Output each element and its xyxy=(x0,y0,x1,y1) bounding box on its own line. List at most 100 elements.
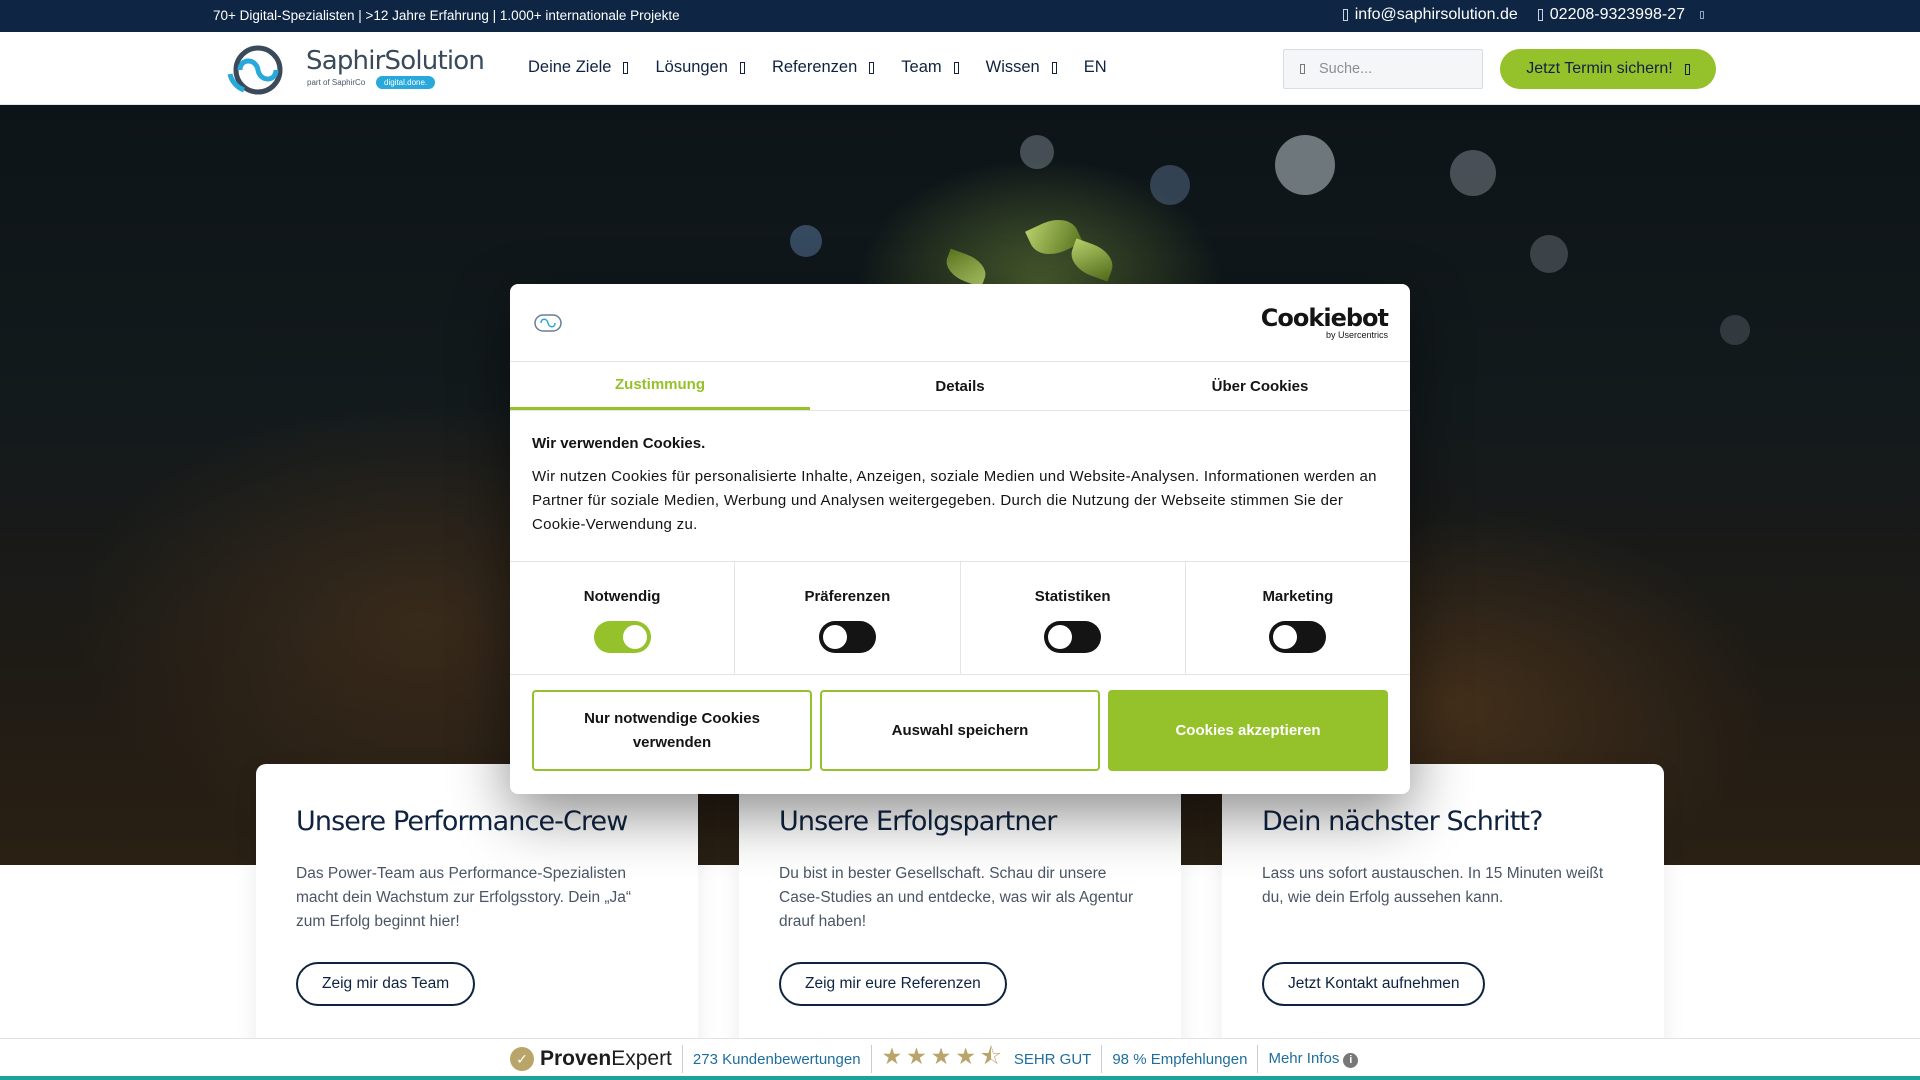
show-references-button[interactable]: Zeig mir eure Referenzen xyxy=(779,962,1007,1006)
card-text: Lass uns sofort austauschen. In 15 Minut… xyxy=(1262,865,1604,906)
nav-label: Deine Ziele xyxy=(528,58,612,76)
divider xyxy=(681,1045,683,1073)
save-selection-button[interactable]: Auswahl speichern xyxy=(820,690,1100,771)
toggle-marketing[interactable] xyxy=(1269,621,1327,653)
cookie-tabs: Zustimmung Details Über Cookies xyxy=(510,362,1410,411)
top-bar: 70+ Digital-Spezialisten | >12 Jahre Erf… xyxy=(0,0,1920,32)
cookie-buttons: Nur notwendige Cookies verwenden Auswahl… xyxy=(532,690,1388,771)
category-label: Notwendig xyxy=(583,588,661,605)
recommendations: 98 % Empfehlungen xyxy=(1112,1050,1248,1068)
main-nav: Deine Ziele Lösungen Referenzen Team Wis… xyxy=(528,58,1107,77)
rating-stars-icon: ★★★★⯪ xyxy=(881,1042,1006,1069)
bokeh-light xyxy=(1275,135,1335,195)
toggle-praeferenzen[interactable] xyxy=(818,621,876,653)
cookie-heading: Wir verwenden Cookies. xyxy=(532,435,706,452)
chevron-down-icon xyxy=(623,61,629,74)
toggle-knob xyxy=(622,625,647,649)
mail-icon xyxy=(1342,9,1348,21)
category-label: Präferenzen xyxy=(804,588,891,605)
chevron-down-icon xyxy=(739,61,745,74)
show-team-button[interactable]: Zeig mir das Team xyxy=(296,962,476,1006)
necessary-only-button[interactable]: Nur notwendige Cookies verwenden xyxy=(532,690,812,771)
nav-item-wissen[interactable]: Wissen xyxy=(986,58,1057,77)
cookie-consent-dialog: Cookiebot by Usercentrics Zustimmung Det… xyxy=(510,284,1410,794)
toggle-knob xyxy=(1273,625,1298,649)
phone-icon xyxy=(1537,9,1543,21)
nav-label: EN xyxy=(1083,58,1107,76)
bokeh-light xyxy=(1450,150,1496,196)
rating-label: SEHR GUT xyxy=(1013,1050,1092,1068)
nav-item-deine-ziele[interactable]: Deine Ziele xyxy=(528,58,629,77)
bokeh-light xyxy=(1530,235,1568,273)
chevron-down-icon xyxy=(1051,61,1057,74)
toggle-statistiken[interactable] xyxy=(1044,621,1102,653)
accept-all-button[interactable]: Cookies akzeptieren xyxy=(1108,690,1388,771)
phone-link[interactable]: 02208-9323998-27 xyxy=(1537,6,1704,24)
bokeh-light xyxy=(1720,315,1750,345)
bokeh-light xyxy=(1150,165,1190,205)
main-header: SaphirSolution part of SaphirCo digital.… xyxy=(0,32,1920,105)
more-info-link[interactable]: Mehr Infos i xyxy=(1268,1050,1359,1068)
check-badge-icon: ✓ xyxy=(510,1047,534,1071)
pe-brand-bold: Proven xyxy=(540,1047,612,1070)
cookiebot-brand[interactable]: Cookiebot by Usercentrics xyxy=(1261,304,1389,340)
email-text: info@saphirsolution.de xyxy=(1354,6,1518,23)
card-text: Das Power-Team aus Performance-Spezialis… xyxy=(296,865,632,930)
nav-label: Referenzen xyxy=(771,58,858,76)
more-info-label: Mehr Infos xyxy=(1268,1050,1340,1067)
chevron-down-icon xyxy=(869,61,875,74)
search-icon xyxy=(1300,64,1305,74)
social-icon[interactable] xyxy=(1700,11,1704,19)
proven-expert-content: ✓ ProvenExpert 273 Kundenbewertungen ★★★… xyxy=(510,1043,1359,1073)
toggle-knob xyxy=(822,625,847,649)
sprout-leaf xyxy=(941,248,991,288)
nav-item-language[interactable]: EN xyxy=(1084,58,1107,77)
logo-name: SaphirSolution xyxy=(306,46,485,76)
nav-label: Team xyxy=(901,58,942,76)
email-link[interactable]: info@saphirsolution.de xyxy=(1342,6,1518,24)
cookie-header: Cookiebot by Usercentrics xyxy=(510,284,1410,362)
info-icon: i xyxy=(1343,1053,1359,1068)
card-team: Unsere Performance-Crew Das Power-Team a… xyxy=(256,764,698,1064)
contact-button[interactable]: Jetzt Kontakt aufnehmen xyxy=(1262,962,1486,1006)
card-title: Unsere Performance-Crew xyxy=(296,806,628,837)
logo-part: part of SaphirCo xyxy=(307,78,366,87)
logo-mark-icon xyxy=(227,45,283,95)
bokeh-light xyxy=(790,225,822,257)
divider xyxy=(870,1045,872,1073)
site-logo[interactable]: SaphirSolution part of SaphirCo digital.… xyxy=(218,44,485,96)
card-references: Unsere Erfolgspartner Du bist in bester … xyxy=(739,764,1181,1064)
nav-label: Lösungen xyxy=(655,58,728,76)
sprout-leaf xyxy=(1066,238,1118,282)
card-contact: Dein nächster Schritt? Lass uns sofort a… xyxy=(1222,764,1664,1064)
toggle-notwendig[interactable] xyxy=(593,621,651,653)
card-title: Unsere Erfolgspartner xyxy=(779,806,1057,837)
chevron-down-icon xyxy=(953,61,959,74)
search-input[interactable] xyxy=(1319,61,1469,77)
cookie-categories: Notwendig Präferenzen Statistiken Market… xyxy=(510,561,1410,675)
tab-ueber-cookies[interactable]: Über Cookies xyxy=(1110,362,1410,410)
category-notwendig: Notwendig xyxy=(510,562,736,674)
tab-details[interactable]: Details xyxy=(810,362,1110,410)
nav-item-referenzen[interactable]: Referenzen xyxy=(771,58,875,77)
category-label: Statistiken xyxy=(1034,588,1111,605)
pe-brand-light: Expert xyxy=(611,1047,672,1070)
category-marketing: Marketing xyxy=(1186,562,1410,674)
divider xyxy=(1257,1045,1259,1073)
divider xyxy=(1101,1045,1103,1073)
nav-item-team[interactable]: Team xyxy=(901,58,959,77)
proven-expert-bar[interactable]: ✓ ProvenExpert 273 Kundenbewertungen ★★★… xyxy=(0,1038,1920,1080)
nav-item-loesungen[interactable]: Lösungen xyxy=(655,58,745,77)
search-box[interactable] xyxy=(1283,49,1483,89)
category-statistiken: Statistiken xyxy=(961,562,1186,674)
book-appointment-button[interactable]: Jetzt Termin sichern! xyxy=(1500,49,1716,89)
arrow-right-icon xyxy=(1684,63,1690,75)
toggle-knob xyxy=(1048,625,1073,649)
tab-zustimmung[interactable]: Zustimmung xyxy=(510,362,810,410)
category-praeferenzen: Präferenzen xyxy=(735,562,961,674)
cookie-body: Wir verwenden Cookies. Wir nutzen Cookie… xyxy=(532,435,1388,537)
reviews-count: 273 Kundenbewertungen xyxy=(692,1050,861,1068)
top-contact: info@saphirsolution.de 02208-9323998-27 xyxy=(1342,6,1704,24)
site-logo-small-icon xyxy=(534,314,562,332)
top-claim: 70+ Digital-Spezialisten | >12 Jahre Erf… xyxy=(213,8,680,23)
